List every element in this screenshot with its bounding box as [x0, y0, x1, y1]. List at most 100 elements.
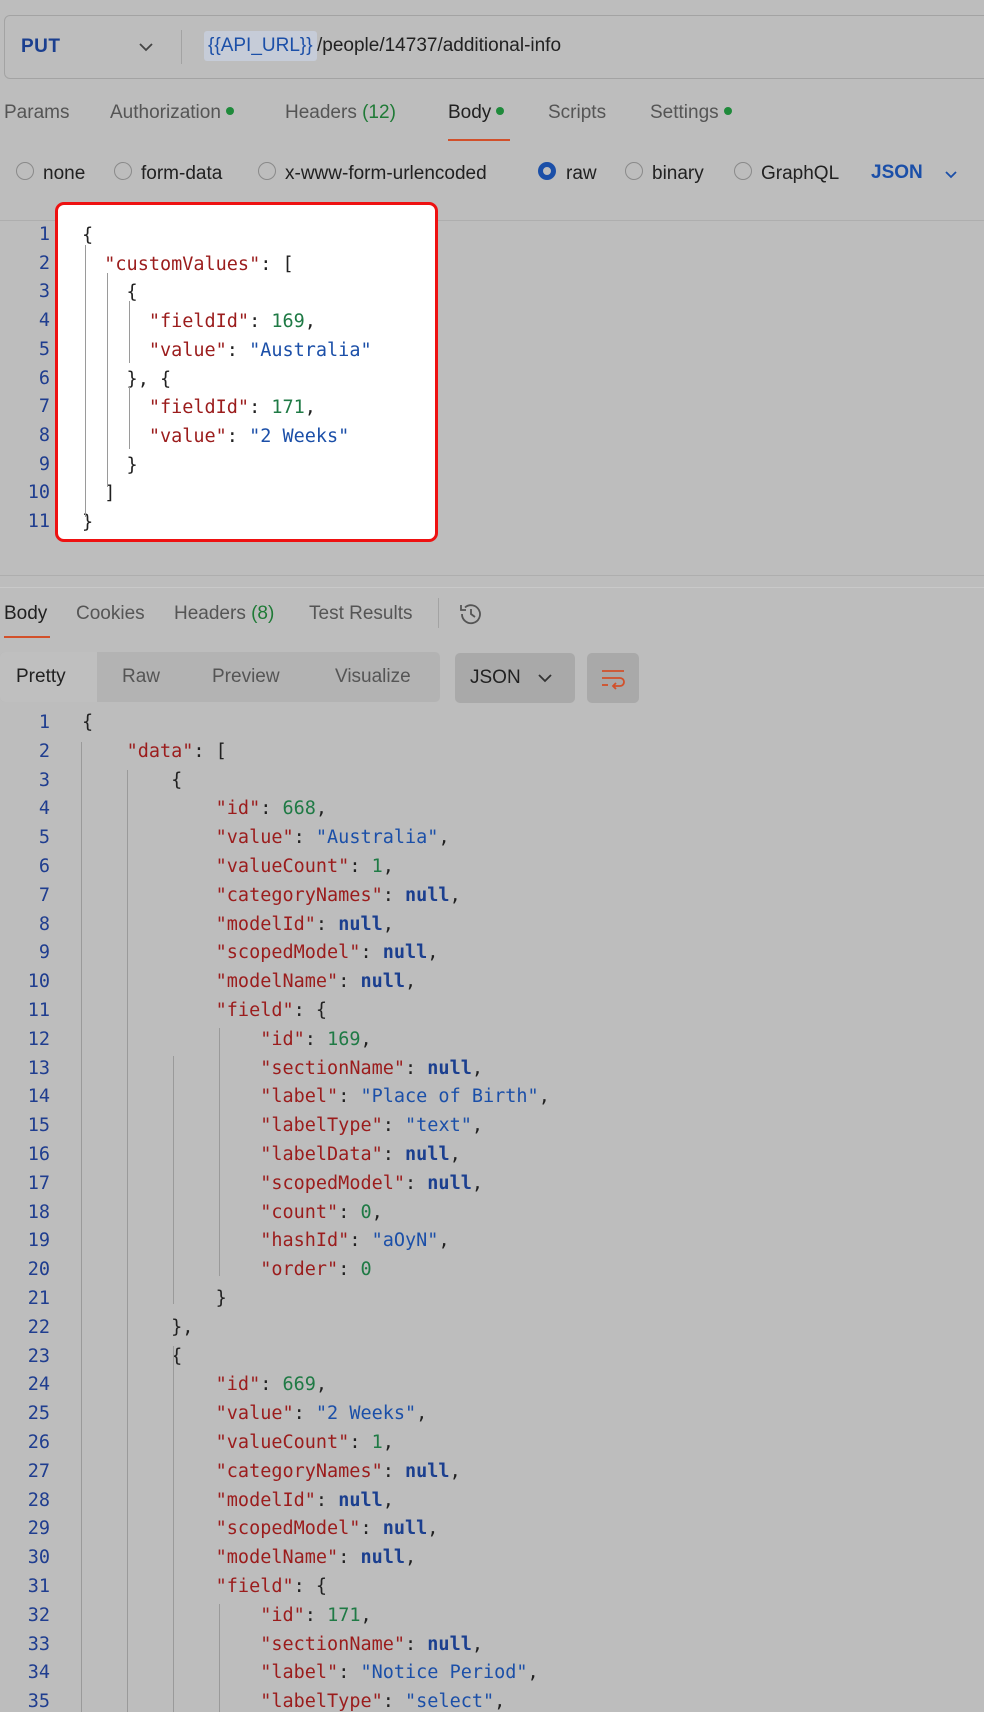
line-number: 10	[27, 971, 50, 993]
tab-label: Params	[4, 102, 70, 123]
response-tab-cookies[interactable]: Cookies	[76, 603, 145, 625]
radio-label: raw	[566, 163, 597, 184]
active-tab-indicator	[448, 139, 510, 141]
indent-guide	[219, 1604, 220, 1712]
tab-label: Scripts	[548, 102, 607, 123]
line-number: 34	[27, 1662, 50, 1684]
line-number: 4	[38, 310, 50, 332]
line-number: 23	[27, 1345, 50, 1367]
code-line: "fieldId": 171,	[148, 397, 316, 419]
tab-params[interactable]: Params	[4, 102, 69, 124]
line-number: 30	[27, 1547, 50, 1569]
tab-label: Body	[4, 603, 48, 624]
line-number: 1	[38, 712, 50, 733]
line-number: 32	[27, 1604, 50, 1626]
indent-guide	[129, 301, 130, 363]
line-number: 5	[38, 338, 50, 360]
tab-body[interactable]: Body	[448, 102, 505, 124]
status-dot	[723, 106, 732, 115]
body-format-select[interactable]: JSON	[871, 162, 923, 184]
tab-count: (8)	[251, 603, 275, 624]
line-number: 9	[38, 942, 50, 964]
line-number: 18	[27, 1201, 50, 1223]
status-dot	[225, 106, 234, 115]
code-line: "valueCount": 1,	[215, 1432, 394, 1453]
radio-label: none	[43, 163, 86, 184]
divider	[0, 575, 984, 576]
indent-guide	[219, 1028, 220, 1276]
tab-authorization[interactable]: Authorization	[110, 102, 234, 124]
code-line: {	[82, 712, 94, 733]
code-line: {	[82, 225, 94, 246]
indent-guide	[85, 245, 86, 517]
radio-binary[interactable]	[625, 162, 643, 180]
code-line: "data": [	[126, 740, 227, 762]
code-line: "scopedModel": null,	[260, 1172, 483, 1194]
chevron-down-icon[interactable]	[536, 669, 554, 687]
line-number: 16	[27, 1144, 50, 1165]
line-number: 7	[38, 396, 50, 418]
response-tab-body[interactable]: Body	[4, 603, 47, 625]
code-line: "value": "2 Weeks"	[148, 425, 350, 447]
code-line: "valueCount": 1,	[215, 856, 394, 877]
response-format-label: JSON	[470, 667, 521, 688]
chevron-down-icon[interactable]	[137, 38, 155, 56]
radio-label: binary	[652, 163, 704, 184]
line-number: 13	[27, 1057, 50, 1079]
code-line: "field": {	[215, 1576, 328, 1597]
indent-guide	[129, 387, 130, 449]
code-line: "value": "Australia",	[215, 827, 450, 849]
view-mode-visualize[interactable]: Visualize	[335, 652, 411, 702]
code-line: "categoryNames": null,	[215, 1460, 461, 1482]
tab-scripts[interactable]: Scripts	[548, 102, 606, 124]
line-number: 3	[38, 769, 50, 791]
request-body-editor[interactable]: { "customValues": [ { "fieldId": 169, "v…	[55, 202, 438, 542]
indent-guide	[107, 273, 108, 487]
radio-graphql[interactable]	[734, 162, 752, 180]
wrap-lines-icon[interactable]	[599, 664, 627, 692]
code-line: "labelData": null,	[260, 1144, 461, 1165]
code-line: }	[82, 1288, 227, 1309]
line-number: 8	[38, 424, 50, 446]
tab-label: Body	[448, 102, 492, 123]
code-line: }, {	[82, 368, 172, 390]
url-input[interactable]: /people/14737/additional-info	[317, 31, 561, 61]
code-line: "order": 0	[260, 1259, 372, 1281]
line-number: 10	[27, 482, 50, 504]
method-select[interactable]: PUT	[21, 16, 61, 78]
view-mode-raw[interactable]: Raw	[122, 652, 160, 702]
line-number: 28	[27, 1489, 50, 1511]
response-tab-test-results[interactable]: Test Results	[309, 603, 412, 625]
view-mode-preview[interactable]: Preview	[212, 652, 280, 702]
tab-count: (12)	[362, 102, 396, 123]
code-line: "scopedModel": null,	[215, 1518, 439, 1540]
line-number: 22	[27, 1316, 50, 1338]
radio-x-www-form-urlencoded[interactable]	[258, 162, 276, 180]
code-line: {	[82, 1345, 183, 1367]
history-icon[interactable]	[457, 600, 485, 628]
code-line: "id": 171,	[260, 1604, 372, 1626]
code-line: "id": 169,	[260, 1028, 372, 1050]
tab-headers[interactable]: Headers (12)	[285, 102, 396, 124]
radio-none[interactable]	[16, 162, 34, 180]
divider	[0, 587, 984, 588]
code-line: "customValues": [	[104, 253, 294, 275]
code-line: "labelType": "text",	[260, 1115, 483, 1137]
view-mode-pretty[interactable]: Pretty	[16, 652, 66, 702]
line-number: 1	[38, 224, 50, 245]
code-line: ]	[82, 483, 116, 505]
code-line: "value": "Australia"	[148, 339, 372, 361]
line-number: 33	[27, 1633, 50, 1655]
code-line: "fieldId": 169,	[148, 311, 316, 333]
radio-raw[interactable]	[538, 162, 556, 180]
line-number: 27	[27, 1460, 50, 1482]
indent-guide	[173, 1346, 174, 1712]
chevron-down-icon[interactable]	[943, 167, 959, 183]
tab-label: Settings	[650, 102, 719, 123]
line-number: 25	[27, 1403, 50, 1425]
tab-settings[interactable]: Settings	[650, 102, 732, 124]
indent-guide	[127, 770, 128, 1712]
url-variable[interactable]: {{API_URL}}	[204, 31, 317, 61]
radio-form-data[interactable]	[114, 162, 132, 180]
response-tab-headers[interactable]: Headers (8)	[174, 603, 274, 625]
